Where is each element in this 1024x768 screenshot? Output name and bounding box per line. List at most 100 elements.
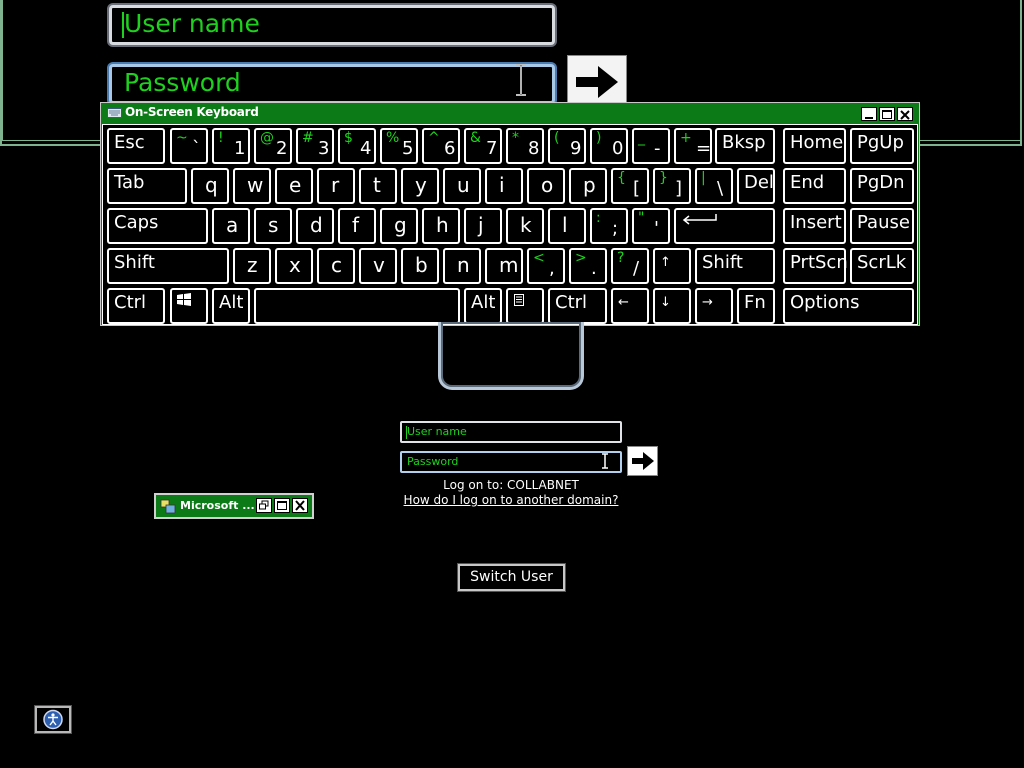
ease-of-access-button[interactable] bbox=[34, 705, 72, 734]
key-tab[interactable]: Tab bbox=[107, 168, 187, 204]
key-arrow-down[interactable]: ↓ bbox=[653, 288, 691, 324]
key-v[interactable]: v bbox=[359, 248, 397, 284]
username-input[interactable]: User name bbox=[400, 421, 622, 443]
key-num-4[interactable]: $4 bbox=[338, 128, 376, 164]
key-asym-0[interactable]: :; bbox=[590, 208, 628, 244]
key-num-5[interactable]: % 5 bbox=[380, 128, 418, 164]
key-arrow-up[interactable]: ↑ bbox=[653, 248, 691, 284]
key-qsym-1[interactable]: }] bbox=[653, 168, 691, 204]
close-button[interactable] bbox=[897, 107, 913, 121]
key-num-10[interactable]: ) 0 bbox=[590, 128, 628, 164]
key-h[interactable]: h bbox=[422, 208, 460, 244]
key-shift-char: _ bbox=[638, 130, 645, 146]
key-zsym-1[interactable]: >. bbox=[569, 248, 607, 284]
key-ctrl-left[interactable]: Ctrl bbox=[107, 288, 165, 324]
key-s[interactable]: s bbox=[254, 208, 292, 244]
key-shift-left[interactable]: Shift bbox=[107, 248, 229, 284]
key-d[interactable]: d bbox=[296, 208, 334, 244]
key-num-6[interactable]: ^ 6 bbox=[422, 128, 460, 164]
key-num-2[interactable]: @2 bbox=[254, 128, 292, 164]
key-num-9[interactable]: (9 bbox=[548, 128, 586, 164]
key-shift-right[interactable]: Shift bbox=[695, 248, 775, 284]
key-q[interactable]: q bbox=[191, 168, 229, 204]
key-asym-1[interactable]: " ' bbox=[632, 208, 670, 244]
key-k[interactable]: k bbox=[506, 208, 544, 244]
key-num-3[interactable]: #3 bbox=[296, 128, 334, 164]
key-scrlk[interactable]: ScrLk bbox=[850, 248, 914, 284]
submit-arrow-button[interactable] bbox=[627, 446, 658, 476]
close-button[interactable] bbox=[292, 498, 308, 513]
key-m[interactable]: m bbox=[485, 248, 523, 284]
key-arrow-right[interactable]: → bbox=[695, 288, 733, 324]
key-home[interactable]: Home bbox=[783, 128, 846, 164]
key-esc[interactable]: Esc bbox=[107, 128, 165, 164]
magnified-go-button[interactable] bbox=[567, 55, 627, 109]
key-fn[interactable]: Fn bbox=[737, 288, 775, 324]
key-base-char: 3 bbox=[318, 138, 330, 159]
key-del[interactable]: Del bbox=[737, 168, 775, 204]
key-end[interactable]: End bbox=[783, 168, 846, 204]
key-t[interactable]: t bbox=[359, 168, 397, 204]
magnified-password-input[interactable]: Password bbox=[109, 64, 555, 104]
key-w[interactable]: w bbox=[233, 168, 271, 204]
switch-user-button[interactable]: Switch User bbox=[457, 563, 566, 592]
key-base-char: , bbox=[549, 258, 555, 279]
key-insert[interactable]: Insert bbox=[783, 208, 846, 244]
restore-button[interactable] bbox=[256, 498, 272, 513]
key-i[interactable]: i bbox=[485, 168, 523, 204]
key-num-7[interactable]: & 7 bbox=[464, 128, 502, 164]
key-p[interactable]: p bbox=[569, 168, 607, 204]
maximize-button[interactable] bbox=[274, 498, 290, 513]
key-f[interactable]: f bbox=[338, 208, 376, 244]
key-prtscn[interactable]: PrtScn bbox=[783, 248, 848, 284]
password-input[interactable]: Password bbox=[400, 451, 622, 473]
key-label: v bbox=[373, 253, 385, 277]
magnified-username-input[interactable]: User name bbox=[109, 5, 555, 45]
osk-title: On-Screen Keyboard bbox=[125, 105, 259, 119]
minimize-button[interactable] bbox=[861, 107, 877, 121]
key-qsym-0[interactable]: {[ bbox=[611, 168, 649, 204]
key-zsym-2[interactable]: ? / bbox=[611, 248, 649, 284]
key-menu[interactable] bbox=[506, 288, 544, 324]
key-pgup[interactable]: PgUp bbox=[850, 128, 914, 164]
key-b[interactable]: b bbox=[401, 248, 439, 284]
key-o[interactable]: o bbox=[527, 168, 565, 204]
key-backspace[interactable]: Bksp bbox=[715, 128, 775, 164]
key-g[interactable]: g bbox=[380, 208, 418, 244]
key-space[interactable] bbox=[254, 288, 460, 324]
key-num-8[interactable]: * 8 bbox=[506, 128, 544, 164]
key-pgdn[interactable]: PgDn bbox=[850, 168, 914, 204]
key-j[interactable]: j bbox=[464, 208, 502, 244]
key-alt-right[interactable]: Alt bbox=[464, 288, 502, 324]
maximize-button[interactable] bbox=[879, 107, 895, 121]
key-c[interactable]: c bbox=[317, 248, 355, 284]
key-l[interactable]: l bbox=[548, 208, 586, 244]
key-x[interactable]: x bbox=[275, 248, 313, 284]
key-n[interactable]: n bbox=[443, 248, 481, 284]
key-num-12[interactable]: + = bbox=[674, 128, 712, 164]
key-shift-char: % bbox=[386, 130, 400, 146]
key-zsym-0[interactable]: <, bbox=[527, 248, 565, 284]
key-ctrl-right[interactable]: Ctrl bbox=[548, 288, 607, 324]
key-options[interactable]: Options bbox=[783, 288, 914, 324]
key-windows[interactable] bbox=[170, 288, 208, 324]
key-qsym-2[interactable]: | \ bbox=[695, 168, 733, 204]
key-alt-left[interactable]: Alt bbox=[212, 288, 250, 324]
minimized-microsoft-window[interactable]: Microsoft ... bbox=[154, 493, 314, 519]
key-e[interactable]: e bbox=[275, 168, 313, 204]
key-r[interactable]: r bbox=[317, 168, 355, 204]
key-z[interactable]: z bbox=[233, 248, 271, 284]
key-enter[interactable] bbox=[674, 208, 775, 244]
key-num-0[interactable]: ~ ` bbox=[170, 128, 208, 164]
osk-titlebar[interactable]: On-Screen Keyboard bbox=[101, 103, 919, 123]
key-label: u bbox=[457, 173, 470, 197]
key-caps[interactable]: Caps bbox=[107, 208, 208, 244]
key-num-11[interactable]: _ - bbox=[632, 128, 670, 164]
key-pause[interactable]: Pause bbox=[850, 208, 914, 244]
key-arrow-left[interactable]: ← bbox=[611, 288, 649, 324]
key-num-1[interactable]: ! 1 bbox=[212, 128, 250, 164]
key-u[interactable]: u bbox=[443, 168, 481, 204]
key-a[interactable]: a bbox=[212, 208, 250, 244]
key-y[interactable]: y bbox=[401, 168, 439, 204]
other-domain-link[interactable]: How do I log on to another domain? bbox=[380, 493, 642, 507]
